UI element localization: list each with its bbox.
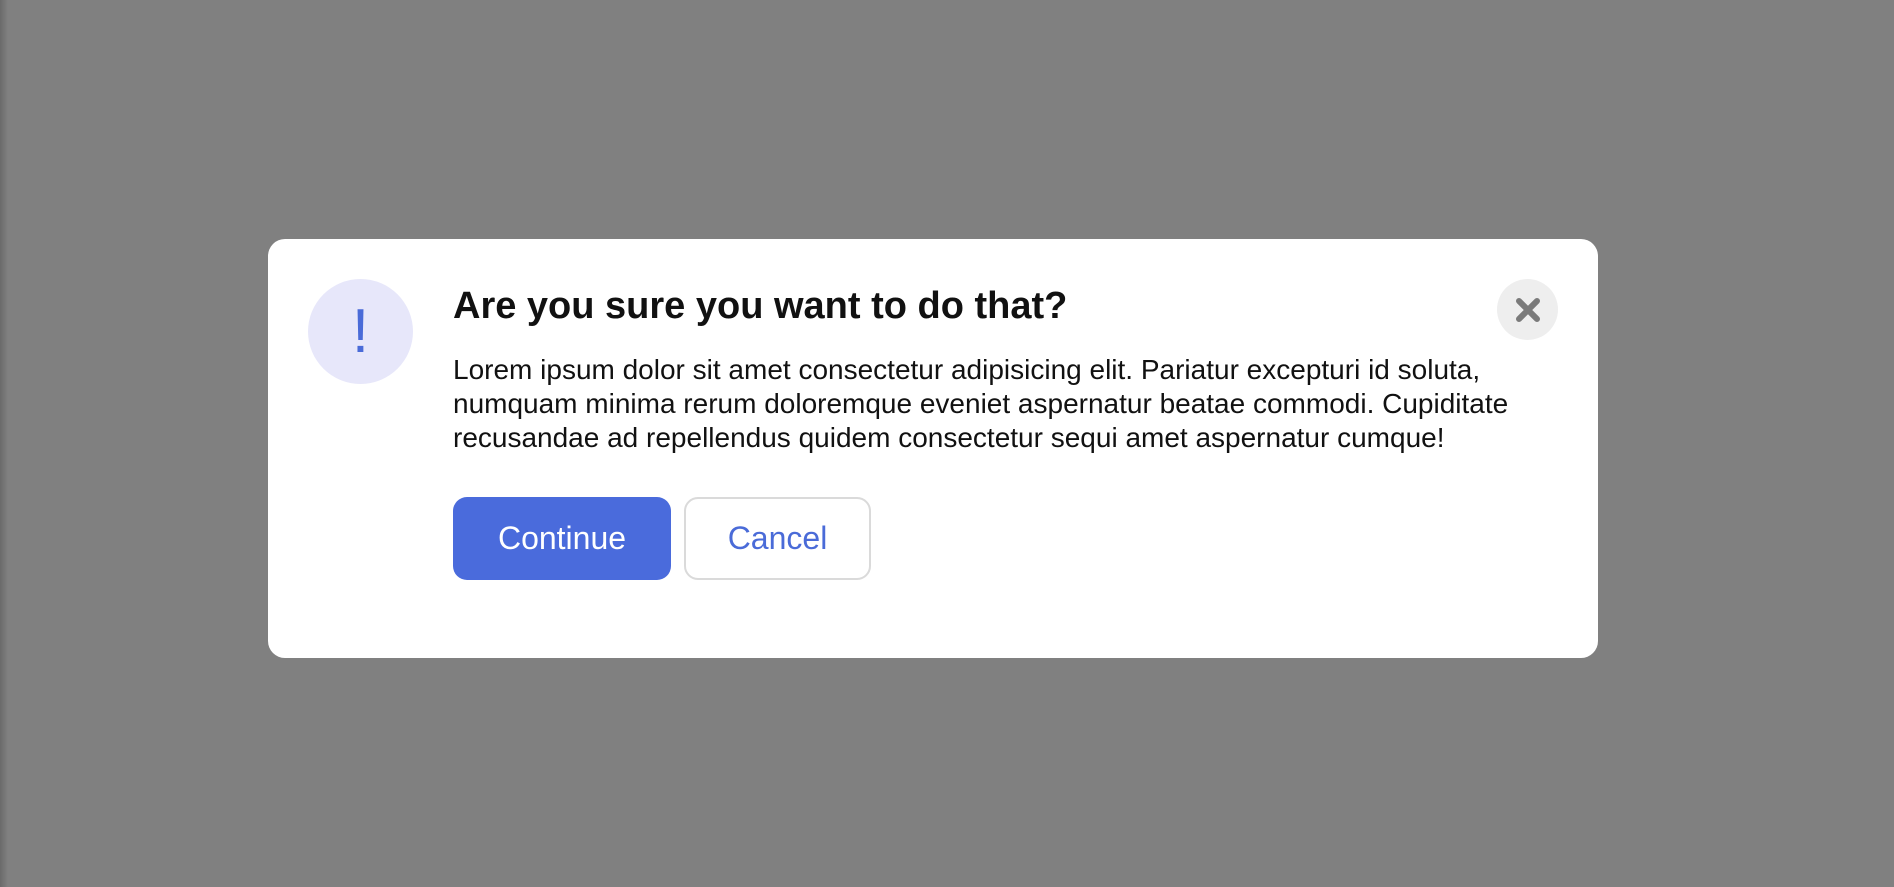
close-button[interactable] (1497, 279, 1558, 340)
exclamation-glyph: ! (351, 296, 370, 366)
exclamation-icon: ! (308, 279, 413, 384)
dialog-actions: Continue Cancel (453, 497, 1563, 580)
dialog-message: Lorem ipsum dolor sit amet consectetur a… (453, 354, 1509, 453)
continue-button[interactable]: Continue (453, 497, 671, 580)
close-icon (1515, 297, 1540, 322)
confirmation-dialog: ! Are you sure you want to do that? Lore… (268, 239, 1598, 658)
dialog-title: Are you sure you want to do that? (453, 285, 1068, 327)
backdrop-edge-shadow (0, 0, 8, 887)
cancel-button[interactable]: Cancel (684, 497, 871, 580)
dialog-content: Are you sure you want to do that? Lorem … (453, 283, 1563, 580)
